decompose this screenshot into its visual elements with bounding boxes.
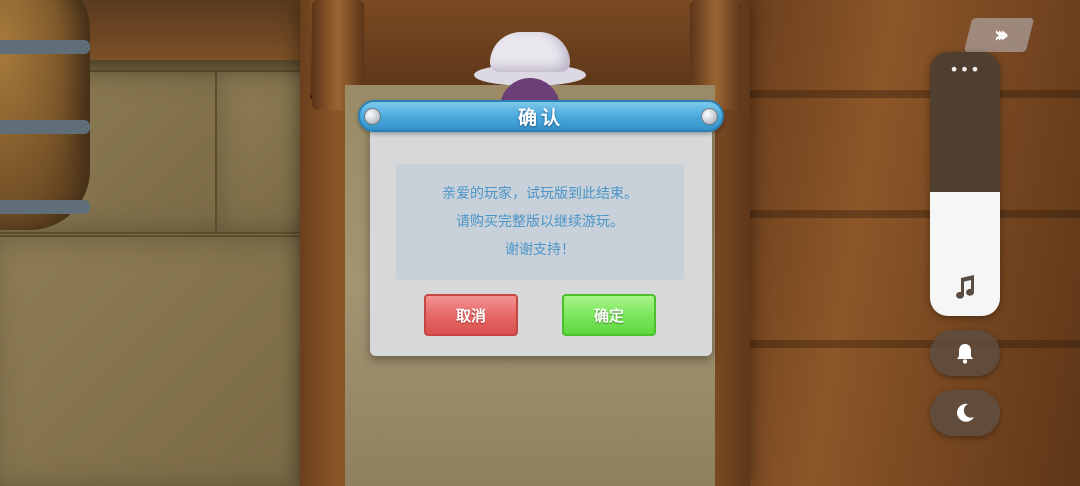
confirm-button[interactable]: 确定 [562,294,656,336]
wooden-wall-right [750,0,1080,486]
barrel [0,0,90,230]
volume-slider[interactable]: ••• [930,52,1000,316]
wall-plank [750,90,1080,98]
rivet-icon [364,108,381,125]
music-note-icon [956,275,975,299]
message-line: 请购买完整版以继续游玩。 [456,213,624,230]
barrel-ring [0,200,90,214]
floor-tile [0,235,314,486]
dialog-header: 确认 [358,100,724,132]
barrel-ring [0,120,90,134]
notification-button[interactable] [930,330,1000,376]
player-character [470,30,590,118]
message-line: 亲爱的玩家，试玩版到此结束。 [442,185,638,202]
skip-button[interactable]: ››› [963,18,1035,52]
rivet-icon [701,108,718,125]
dialog-title: 确认 [517,106,564,129]
wall-plank [750,340,1080,348]
do-not-disturb-button[interactable] [930,390,1000,436]
wall-plank [750,210,1080,218]
bell-icon [957,344,973,364]
message-box: 亲爱的玩家，试玩版到此结束。 请购买完整版以继续游玩。 谢谢支持！ [396,164,684,280]
barrel-ring [0,40,90,54]
confirm-button-label: 确定 [593,306,624,325]
moon-icon [957,403,974,422]
cancel-button[interactable]: 取消 [424,294,518,336]
cancel-button-label: 取消 [455,306,486,325]
hat [490,32,570,72]
more-dots-icon[interactable]: ••• [930,62,1000,78]
message-line: 谢谢支持！ [505,241,575,258]
dialog-panel: 亲爱的玩家，试玩版到此结束。 请购买完整版以继续游玩。 谢谢支持！ 取消 确定 [370,126,712,356]
double-chevron-right-icon: ››› [994,22,1004,48]
confirm-dialog: 亲爱的玩家，试玩版到此结束。 请购买完整版以继续游玩。 谢谢支持！ 取消 确定 … [358,100,724,356]
